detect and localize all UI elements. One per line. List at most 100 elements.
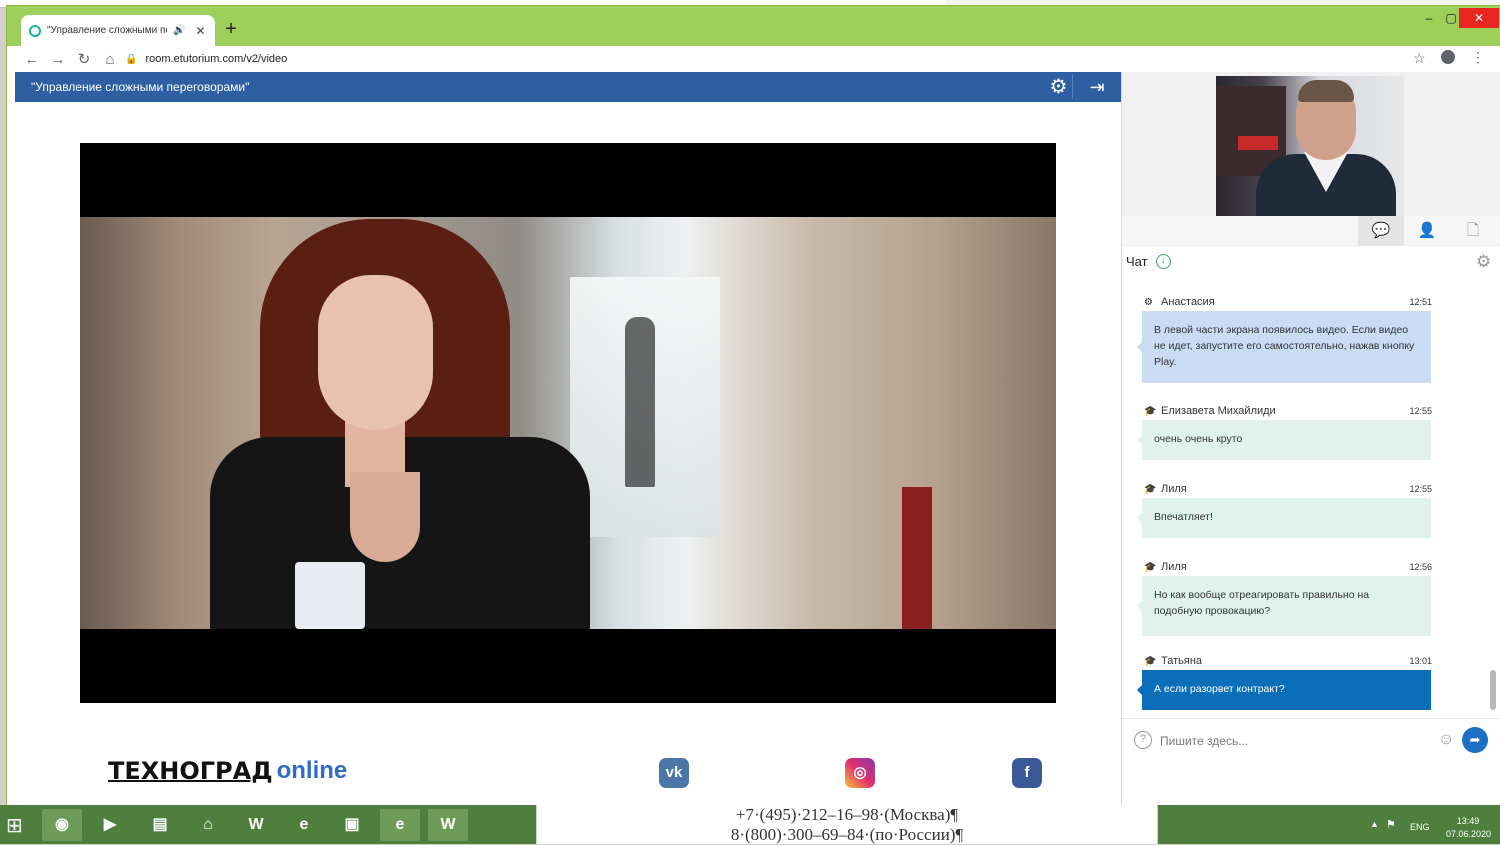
windows-start-icon[interactable]: ⊞ bbox=[6, 813, 23, 838]
word-taskbar-icon[interactable]: W bbox=[236, 809, 276, 841]
video-chest-shape bbox=[350, 472, 420, 562]
background-word-document: +7·(495)·212–16–98·(Москва)¶ 8·(800)·300… bbox=[536, 805, 1158, 844]
video-background-figure-shape bbox=[625, 317, 655, 487]
chat-author: Лиля bbox=[1161, 561, 1187, 573]
video-player[interactable] bbox=[80, 143, 1056, 703]
close-tab-icon[interactable]: ✕ bbox=[195, 24, 205, 38]
video-papers-shape bbox=[295, 562, 365, 629]
logo-text-online: online bbox=[276, 757, 348, 784]
chat-time: 13:01 bbox=[1409, 656, 1432, 666]
send-message-button[interactable]: ➦ bbox=[1462, 727, 1488, 753]
file-explorer-taskbar-icon[interactable]: ▤ bbox=[140, 809, 180, 841]
graduation-cap-icon: 🎓 bbox=[1144, 405, 1157, 417]
emoji-icon[interactable]: ☺ bbox=[1438, 731, 1454, 749]
instagram-icon[interactable]: ◎ bbox=[845, 758, 875, 788]
clock-time: 13:49 bbox=[1456, 816, 1480, 826]
chat-message-header: ⚙ Анастасия 12:51 bbox=[1144, 296, 1432, 308]
url-text: room.etutorium.com/v2/video bbox=[145, 53, 288, 65]
clock-date: 07.06.2020 bbox=[1446, 829, 1492, 839]
home-taskbar-icon[interactable]: ⌂ bbox=[188, 809, 228, 841]
doc-phone-line-2: 8·(800)·300–69–84·(по·России)¶ bbox=[730, 825, 964, 844]
browser-tab[interactable]: "Управление сложными пе 🔊 ✕ bbox=[21, 15, 215, 46]
logo-text-main: ТЕХНОГРАД bbox=[108, 757, 273, 785]
graduation-cap-icon: 🎓 bbox=[1144, 483, 1157, 495]
webcam-hair-shape bbox=[1298, 80, 1354, 102]
gear-icon: ⚙ bbox=[1144, 296, 1153, 308]
facebook-icon[interactable]: f bbox=[1012, 758, 1042, 788]
chat-author: Татьяна bbox=[1161, 655, 1203, 667]
webcam-poster-red-shape bbox=[1238, 136, 1278, 150]
back-arrow-icon[interactable]: ← bbox=[19, 51, 45, 68]
download-chat-icon[interactable]: ↓ bbox=[1155, 254, 1171, 269]
word-doc-taskbar-icon[interactable]: W bbox=[428, 809, 468, 841]
media-player-taskbar-icon[interactable]: ▶ bbox=[90, 809, 130, 841]
help-icon[interactable]: ? bbox=[1134, 731, 1152, 749]
language-indicator[interactable]: ENG bbox=[1410, 822, 1430, 832]
chat-settings-gear-icon[interactable]: ⚙ bbox=[1476, 252, 1491, 272]
chat-time: 12:56 bbox=[1409, 562, 1432, 572]
presenter-webcam bbox=[1216, 76, 1404, 216]
doc-phone-line-1: +7·(495)·212–16–98·(Москва)¶ bbox=[735, 805, 959, 824]
speaker-icon[interactable]: 🔊 bbox=[173, 25, 185, 36]
chat-message-bubble: Впечатляет! bbox=[1137, 498, 1431, 538]
settings-gear-icon[interactable]: ⚙ bbox=[1045, 75, 1073, 99]
chat-input-row: ? ☺ ➦ bbox=[1122, 718, 1500, 762]
graduation-cap-icon: 🎓 bbox=[1144, 655, 1157, 667]
new-tab-button[interactable]: + bbox=[219, 18, 243, 42]
profile-avatar-icon[interactable] bbox=[1441, 50, 1455, 64]
video-frame bbox=[80, 217, 1056, 629]
users-tab-icon[interactable]: 👤 bbox=[1404, 216, 1450, 246]
panel-tabs: 💬 👤 🗋 bbox=[1122, 216, 1500, 246]
right-panel: 💬 👤 🗋 Чат ↓ ⚙ ? ☺ ➦ ⚙ Анастасия 12:51 В лев… bbox=[1121, 72, 1500, 806]
reload-icon[interactable]: ↻ bbox=[71, 50, 97, 68]
files-tab-icon[interactable]: 🗋 bbox=[1450, 216, 1496, 246]
video-pillar-shape bbox=[902, 487, 932, 629]
chat-message-bubble: очень очень круто bbox=[1137, 420, 1431, 460]
chat-heading: Чат ↓ bbox=[1126, 254, 1171, 269]
zoom-taskbar-icon[interactable]: ▣ bbox=[332, 809, 372, 841]
chat-message-bubble: А если разорвет контракт? bbox=[1137, 670, 1431, 710]
video-face-shape bbox=[318, 275, 433, 430]
chat-message-header: 🎓 Лиля 12:56 bbox=[1144, 561, 1432, 573]
tab-strip: "Управление сложными пе 🔊 ✕ + – ▢ ✕ bbox=[7, 6, 1500, 46]
chat-message-input[interactable] bbox=[1160, 731, 1430, 751]
lock-icon: 🔒 bbox=[125, 53, 138, 65]
graduation-cap-icon: 🎓 bbox=[1144, 561, 1157, 573]
forward-arrow-icon[interactable]: → bbox=[45, 51, 71, 68]
webinar-page: "Управление сложными переговорами" ⚙ ⇥ Т… bbox=[7, 72, 1500, 806]
chat-message-bubble: Но как вообще отреагировать правильно на… bbox=[1137, 576, 1431, 636]
chat-time: 12:55 bbox=[1409, 406, 1432, 416]
edge-taskbar-icon[interactable]: e bbox=[284, 809, 324, 841]
chat-time: 12:55 bbox=[1409, 484, 1432, 494]
webinar-header: "Управление сложными переговорами" bbox=[15, 72, 1121, 102]
ie-taskbar-icon[interactable]: e bbox=[380, 809, 420, 841]
menu-kebab-icon[interactable]: ⋮ bbox=[1471, 49, 1485, 66]
site-favicon-icon bbox=[29, 24, 41, 37]
browser-window: "Управление сложными пе 🔊 ✕ + – ▢ ✕ ← → … bbox=[6, 5, 1500, 806]
chat-title: Чат bbox=[1126, 254, 1148, 269]
bookmark-star-icon[interactable]: ☆ bbox=[1413, 50, 1426, 67]
chrome-taskbar-icon[interactable]: ◉ bbox=[42, 809, 82, 841]
chat-message-header: 🎓 Татьяна 13:01 bbox=[1144, 655, 1432, 667]
notification-flag-icon[interactable]: ⚑ bbox=[1386, 818, 1396, 831]
tab-title: "Управление сложными пе bbox=[47, 25, 167, 36]
chat-time: 12:51 bbox=[1409, 297, 1432, 307]
tray-expand-icon[interactable]: ▲ bbox=[1370, 819, 1379, 829]
chat-author: Анастасия bbox=[1161, 296, 1215, 308]
vk-icon[interactable]: vk bbox=[659, 758, 689, 788]
home-icon[interactable]: ⌂ bbox=[97, 51, 123, 68]
browser-toolbar: ← → ↻ ⌂ 🔒 room.etutorium.com/v2/video ☆ … bbox=[7, 46, 1500, 72]
exit-room-icon[interactable]: ⇥ bbox=[1083, 75, 1111, 99]
chat-author: Лиля bbox=[1161, 483, 1187, 495]
address-bar[interactable]: 🔒 room.etutorium.com/v2/video bbox=[125, 49, 1485, 69]
chat-tab-icon[interactable]: 💬 bbox=[1358, 216, 1404, 246]
chat-message-bubble: В левой части экрана появилось видео. Ес… bbox=[1137, 311, 1431, 383]
close-window-button[interactable]: ✕ bbox=[1459, 8, 1499, 28]
chat-message-header: 🎓 Лиля 12:55 bbox=[1144, 483, 1432, 495]
technograd-logo[interactable]: ТЕХНОГРАД online bbox=[108, 754, 347, 788]
clock[interactable]: 13:49 07.06.2020 bbox=[1446, 815, 1492, 841]
chat-scrollbar[interactable] bbox=[1490, 670, 1496, 710]
chat-message-header: 🎓 Елизавета Михайлиди 12:55 bbox=[1144, 405, 1432, 417]
webinar-title: "Управление сложными переговорами" bbox=[31, 80, 250, 94]
chat-author: Елизавета Михайлиди bbox=[1161, 405, 1276, 417]
